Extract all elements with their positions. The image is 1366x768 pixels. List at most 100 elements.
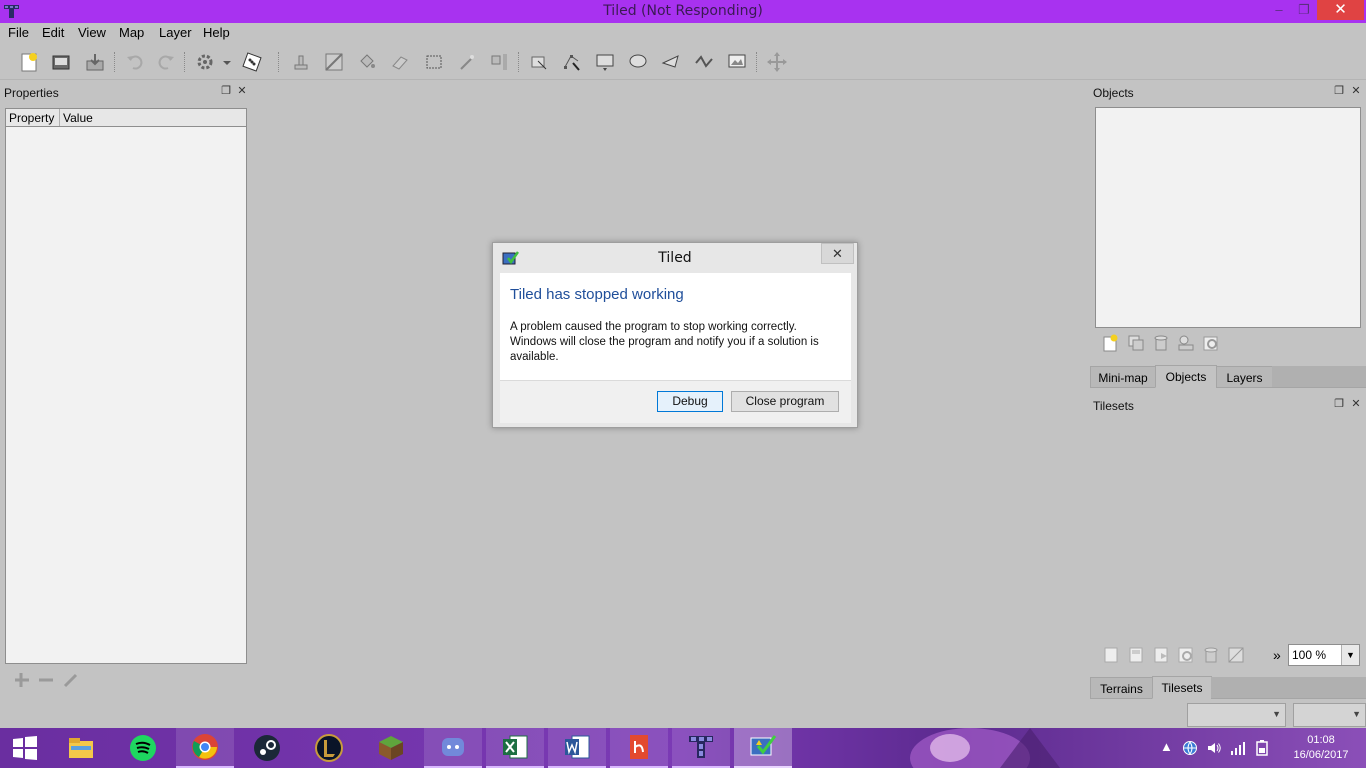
tab-minimap[interactable]: Mini-map xyxy=(1090,366,1156,388)
dialog-footer: Debug Close program xyxy=(500,380,851,423)
toolbar-separator xyxy=(114,52,118,72)
tab-layers[interactable]: Layers xyxy=(1216,366,1273,388)
menu-bar: File Edit View Map Layer Help xyxy=(0,23,1366,43)
tab-terrains[interactable]: Terrains xyxy=(1090,677,1153,699)
menu-help[interactable]: Help xyxy=(203,25,230,40)
undo-icon[interactable] xyxy=(123,50,147,74)
properties-title: Properties xyxy=(4,86,59,100)
new-tileset-icon[interactable] xyxy=(1101,645,1121,665)
dialog-message: A problem caused the program to stop wor… xyxy=(510,321,819,363)
edit-polygons-icon[interactable] xyxy=(560,50,584,74)
chevron-down-icon: ▼ xyxy=(1272,709,1281,719)
volume-icon[interactable] xyxy=(1206,740,1222,759)
debug-button[interactable]: Debug xyxy=(657,391,723,412)
menu-map[interactable]: Map xyxy=(119,25,144,40)
zoom-combobox[interactable]: 100 % ▼ xyxy=(1288,644,1360,666)
insert-rectangle-icon[interactable] xyxy=(593,50,617,74)
close-button[interactable]: ✕ xyxy=(1317,0,1364,20)
magic-wand-icon[interactable] xyxy=(455,50,479,74)
close-icon[interactable]: ✕ xyxy=(236,85,248,97)
export-tileset-icon[interactable] xyxy=(1151,645,1171,665)
insert-polyline-icon[interactable] xyxy=(692,50,716,74)
clock[interactable]: 01:08 16/06/2017 xyxy=(1286,733,1356,763)
rectangle-select-icon[interactable] xyxy=(422,50,446,74)
clock-date: 16/06/2017 xyxy=(1293,749,1349,761)
dialog-body: Tiled has stopped working A problem caus… xyxy=(500,273,851,380)
move-icon[interactable] xyxy=(765,50,789,74)
new-layer-icon[interactable] xyxy=(1101,333,1121,353)
show-hidden-icons-icon[interactable]: ▲ xyxy=(1160,739,1173,754)
close-icon[interactable]: ✕ xyxy=(1350,398,1362,410)
menu-edit[interactable]: Edit xyxy=(42,25,64,40)
move-to-layer-icon[interactable] xyxy=(1176,333,1196,353)
bucket-fill-icon[interactable] xyxy=(355,50,379,74)
tab-tilesets[interactable]: Tilesets xyxy=(1152,676,1212,699)
layer-combobox[interactable]: ▼ xyxy=(1187,703,1286,727)
insert-tile-icon[interactable] xyxy=(725,50,749,74)
close-program-button[interactable]: Close program xyxy=(731,391,839,412)
import-tileset-icon[interactable] xyxy=(1126,645,1146,665)
menu-view[interactable]: View xyxy=(78,25,106,40)
error-dialog: Tiled ✕ Tiled has stopped working A prob… xyxy=(492,242,858,428)
new-map-icon[interactable] xyxy=(17,50,41,74)
error-reporting-taskbar-icon[interactable] xyxy=(734,728,792,768)
select-same-tile-icon[interactable] xyxy=(488,50,512,74)
float-icon[interactable]: ❐ xyxy=(1333,398,1345,410)
terrain-brush-icon[interactable] xyxy=(322,50,346,74)
delete-icon[interactable] xyxy=(1151,333,1171,353)
dialog-close-button[interactable]: ✕ xyxy=(821,243,854,264)
rename-property-icon[interactable] xyxy=(61,670,81,690)
commands-icon[interactable] xyxy=(195,50,219,74)
network-globe-icon[interactable] xyxy=(1182,740,1198,759)
float-icon[interactable]: ❐ xyxy=(220,85,232,97)
chevron-down-icon[interactable] xyxy=(221,50,233,74)
properties-table[interactable]: Property Value xyxy=(5,108,247,664)
more-tools-icon[interactable]: » xyxy=(1273,647,1281,663)
edit-terrain-icon[interactable] xyxy=(1226,645,1246,665)
remove-tileset-icon[interactable] xyxy=(1201,645,1221,665)
random-dice-icon[interactable] xyxy=(240,50,264,74)
float-icon[interactable]: ❐ xyxy=(1333,85,1345,97)
tab-bar-filler xyxy=(1272,366,1366,388)
chevron-down-icon[interactable]: ▼ xyxy=(1341,645,1359,665)
open-icon[interactable] xyxy=(49,50,73,74)
league-of-legends-icon[interactable] xyxy=(300,728,358,768)
spotify-icon[interactable] xyxy=(114,728,172,768)
column-property[interactable]: Property xyxy=(6,109,60,126)
objects-list[interactable] xyxy=(1095,107,1361,328)
insert-polygon-icon[interactable] xyxy=(659,50,683,74)
menu-file[interactable]: File xyxy=(8,25,29,40)
add-property-icon[interactable] xyxy=(12,670,32,690)
discord-icon[interactable] xyxy=(424,728,482,768)
toolbar-separator xyxy=(278,52,282,72)
tileset-properties-icon[interactable] xyxy=(1176,645,1196,665)
close-icon[interactable]: ✕ xyxy=(1350,85,1362,97)
zoom-value: 100 % xyxy=(1292,648,1327,662)
signal-icon[interactable] xyxy=(1230,740,1246,759)
select-objects-icon[interactable] xyxy=(527,50,551,74)
word-icon[interactable] xyxy=(548,728,606,768)
object-properties-icon[interactable] xyxy=(1201,333,1221,353)
tiled-icon[interactable] xyxy=(672,728,730,768)
start-button[interactable] xyxy=(0,728,54,768)
eraser-icon[interactable] xyxy=(388,50,412,74)
save-icon[interactable] xyxy=(83,50,107,74)
remove-property-icon[interactable] xyxy=(36,670,56,690)
insert-ellipse-icon[interactable] xyxy=(626,50,650,74)
map-combobox[interactable]: ▼ xyxy=(1293,703,1366,727)
steam-icon[interactable] xyxy=(238,728,296,768)
redo-icon[interactable] xyxy=(154,50,178,74)
maximize-button[interactable]: ❐ xyxy=(1290,0,1318,20)
tab-objects[interactable]: Objects xyxy=(1155,365,1217,388)
column-value[interactable]: Value xyxy=(60,109,246,126)
minecraft-icon[interactable] xyxy=(362,728,420,768)
minimize-button[interactable]: – xyxy=(1265,0,1293,20)
excel-icon[interactable] xyxy=(486,728,544,768)
acrobat-icon[interactable] xyxy=(610,728,668,768)
stamp-brush-icon[interactable] xyxy=(289,50,313,74)
battery-icon[interactable] xyxy=(1254,740,1270,759)
chrome-icon[interactable] xyxy=(176,728,234,768)
duplicate-icon[interactable] xyxy=(1126,333,1146,353)
file-explorer-icon[interactable] xyxy=(52,728,110,768)
menu-layer[interactable]: Layer xyxy=(159,25,192,40)
